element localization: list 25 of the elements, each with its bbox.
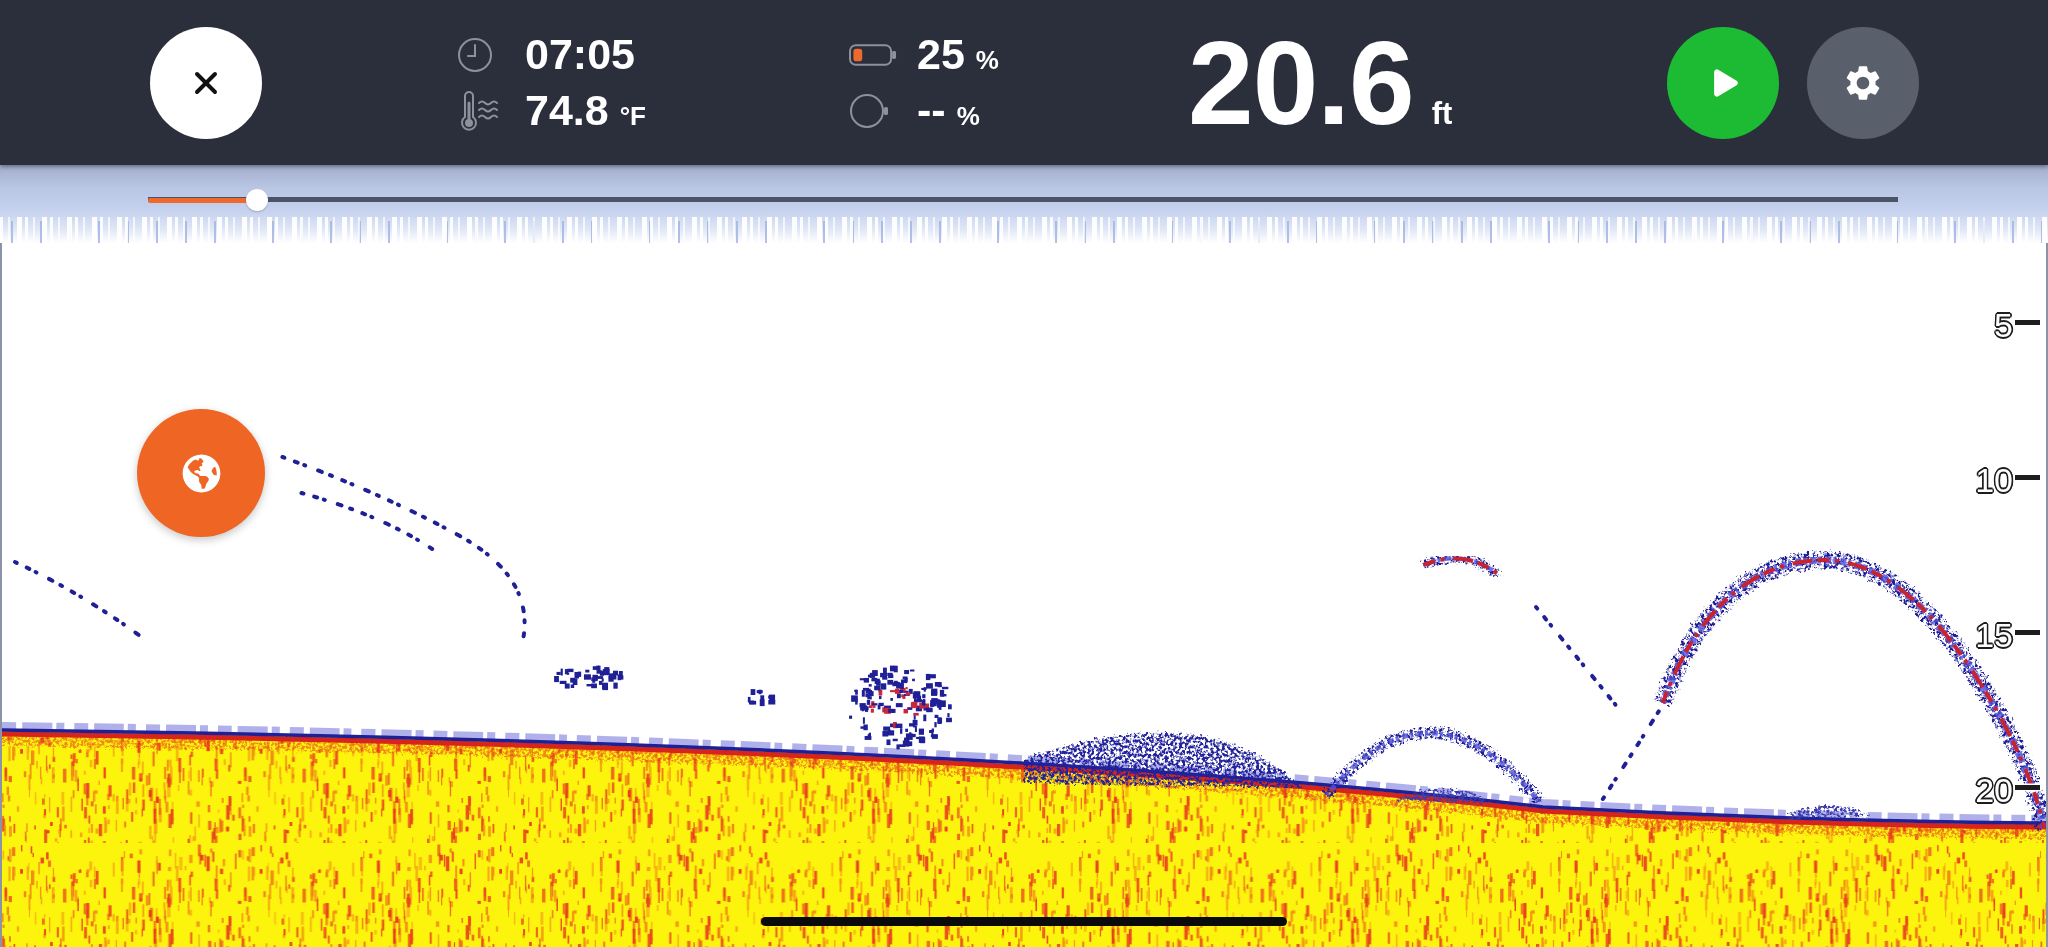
globe-button[interactable] [137, 409, 265, 537]
scale-tick [2015, 319, 2040, 325]
level-unit: % [956, 103, 980, 129]
echo-cluster [747, 689, 776, 707]
clock-icon [457, 36, 493, 73]
temperature-value: 74.8 [525, 89, 609, 132]
battery-unit: % [975, 47, 999, 73]
scale-tick [2015, 629, 2040, 635]
depth-scale-label: 20 [1975, 773, 2013, 807]
slider-thumb[interactable] [245, 189, 268, 211]
globe-icon [181, 453, 221, 493]
depth-scale-label: 15 [1975, 618, 2013, 652]
scale-tick [2015, 474, 2040, 480]
depth-value: 20.6 [1188, 23, 1414, 142]
scale-tick [2015, 784, 2040, 790]
echo-cluster [554, 665, 624, 691]
depth-scale-label: 10 [1975, 463, 2013, 497]
depth-scale-label: 5 [1994, 308, 2013, 342]
depth-unit: ft [1431, 97, 1453, 129]
battery-icon [849, 42, 897, 67]
level-value: -- [917, 89, 946, 132]
temperature-unit: °F [619, 103, 646, 129]
time-value: 07:05 [525, 33, 635, 76]
circle-outline-icon [849, 92, 889, 129]
battery-value: 25 [917, 33, 965, 76]
